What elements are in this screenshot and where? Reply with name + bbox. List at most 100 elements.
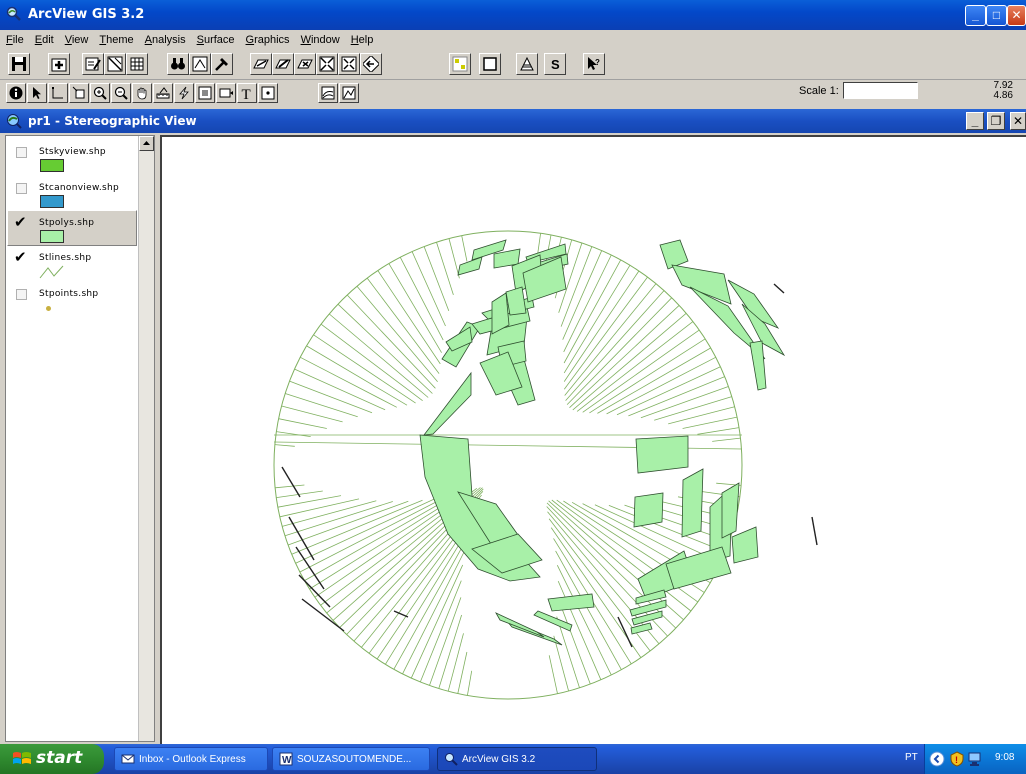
locate-address-button[interactable] xyxy=(189,53,211,75)
menu-file[interactable]: File xyxy=(0,30,29,46)
clock[interactable]: 9:08 xyxy=(995,752,1014,763)
find-button[interactable] xyxy=(167,53,189,75)
taskbar-button-3[interactable]: ArcView GIS 3.2 xyxy=(437,747,597,771)
outline-line xyxy=(773,283,785,294)
sky-line xyxy=(597,347,711,414)
add-theme-button[interactable] xyxy=(48,53,70,75)
windows-flag-icon xyxy=(13,752,31,764)
clear-selection-button[interactable] xyxy=(479,53,501,75)
profile-tool[interactable] xyxy=(339,83,359,103)
zoom-to-full-extent-button[interactable] xyxy=(250,53,272,75)
label-icon xyxy=(219,88,233,98)
pointer-arrow-icon xyxy=(33,87,41,99)
text-tool[interactable]: T xyxy=(237,83,257,103)
map-canvas[interactable] xyxy=(160,135,1026,744)
help-button[interactable]: ? xyxy=(583,53,605,75)
security-alert-icon[interactable]: ! xyxy=(949,751,965,767)
sky-line xyxy=(563,270,640,382)
area-of-interest-tool[interactable] xyxy=(195,83,215,103)
pan-tool[interactable] xyxy=(132,83,152,103)
floppy-disk-icon xyxy=(12,57,26,71)
query-builder-button[interactable] xyxy=(211,53,233,75)
app-title-bar[interactable]: ArcView GIS 3.2 _ □ ✕ xyxy=(0,0,1026,30)
layer-stskyview[interactable]: Stskyview.shp xyxy=(8,140,138,176)
view-close-button[interactable]: ✕ xyxy=(1010,112,1026,130)
menu-label-rest: nalysis xyxy=(151,34,186,46)
view-title-bar[interactable]: pr1 - Stereographic View _ ❐ ✕ xyxy=(0,109,1026,133)
toc-scrollbar[interactable] xyxy=(138,136,154,741)
label-tool[interactable] xyxy=(216,83,236,103)
theme-properties-button[interactable] xyxy=(82,53,104,75)
layer-stpoints[interactable]: Stpoints.shp xyxy=(8,282,138,318)
scale-input[interactable] xyxy=(843,82,918,99)
layer-visible-checkbox[interactable] xyxy=(16,183,27,194)
view-restore-button[interactable]: ❐ xyxy=(987,112,1005,130)
sky-line xyxy=(284,501,393,537)
zoom-previous-button[interactable] xyxy=(360,53,382,75)
zoom-to-selected-button[interactable] xyxy=(294,53,316,75)
network-icon[interactable] xyxy=(967,751,983,767)
menu-accelerator: F xyxy=(6,34,13,46)
tray-arrow-icon[interactable] xyxy=(929,751,945,767)
zoom-in-fixed-button[interactable] xyxy=(316,53,338,75)
select-features-icon xyxy=(452,56,468,72)
maximize-button[interactable]: □ xyxy=(986,5,1007,26)
zoom-in-tool[interactable] xyxy=(90,83,110,103)
vertex-edit-tool[interactable] xyxy=(48,83,68,103)
canopy-polygon xyxy=(505,286,527,316)
identify-tool[interactable] xyxy=(6,83,26,103)
zoom-out-tool[interactable] xyxy=(111,83,131,103)
taskbar-button-2[interactable]: W SOUZASOUTOMENDE... xyxy=(272,747,430,771)
sky-line xyxy=(563,259,622,364)
save-project-button[interactable] xyxy=(8,53,30,75)
measure-tool[interactable] xyxy=(153,83,173,103)
sky-line xyxy=(300,356,397,408)
select-features-button[interactable] xyxy=(449,53,471,75)
layer-visible-checkbox[interactable]: ✔ xyxy=(14,248,27,266)
hand-icon xyxy=(137,87,147,100)
open-table-button[interactable] xyxy=(126,53,148,75)
layer-stpolys[interactable]: ✔ Stpolys.shp xyxy=(7,210,137,246)
line-symbol-icon xyxy=(39,265,64,279)
edit-legend-button[interactable] xyxy=(104,53,126,75)
menu-view[interactable]: View xyxy=(59,30,94,46)
table-of-contents: Stskyview.shp Stcanonview.shp ✔ Stpolys.shp… xyxy=(5,135,155,742)
fill-symbol-swatch xyxy=(40,230,64,243)
menu-edit[interactable]: Edit xyxy=(29,30,59,46)
close-button[interactable]: ✕ xyxy=(1007,5,1026,26)
language-indicator[interactable]: PT xyxy=(905,752,918,763)
spatial-button[interactable]: S xyxy=(544,53,566,75)
layer-visible-checkbox[interactable] xyxy=(16,289,27,300)
draw-point-tool[interactable] xyxy=(258,83,278,103)
hotlink-tool[interactable] xyxy=(174,83,194,103)
layer-stcanonview[interactable]: Stcanonview.shp xyxy=(8,176,138,212)
contours-icon xyxy=(321,86,335,100)
menu-surface[interactable]: Surface xyxy=(191,30,240,46)
taskbar-button-label: Inbox - Outlook Express xyxy=(139,754,246,765)
outline-line xyxy=(281,466,301,498)
view-minimize-button[interactable]: _ xyxy=(966,112,984,130)
start-button[interactable]: start xyxy=(0,744,104,774)
menu-help[interactable]: Help xyxy=(345,30,379,46)
point-icon xyxy=(261,86,275,100)
menu-analysis[interactable]: Analysis xyxy=(139,30,191,46)
layer-visible-checkbox[interactable] xyxy=(16,147,27,158)
menu-graphics[interactable]: Graphics xyxy=(240,30,295,46)
layer-visible-checkbox[interactable]: ✔ xyxy=(14,213,27,231)
scroll-up-button[interactable] xyxy=(139,136,154,151)
point-symbol-icon xyxy=(46,306,51,311)
zoom-to-active-themes-button[interactable] xyxy=(272,53,294,75)
surface-analysis-button[interactable] xyxy=(516,53,538,75)
taskbar-button-label: ArcView GIS 3.2 xyxy=(462,754,536,765)
zoom-out-fixed-button[interactable] xyxy=(338,53,360,75)
help-cursor-icon: ? xyxy=(588,57,600,70)
taskbar-button-1[interactable]: Inbox - Outlook Express xyxy=(114,747,268,771)
create-contours-tool[interactable] xyxy=(318,83,338,103)
menu-theme[interactable]: Theme xyxy=(93,30,138,46)
minimize-button[interactable]: _ xyxy=(965,5,986,26)
pointer-tool[interactable] xyxy=(27,83,47,103)
menu-window[interactable]: Window xyxy=(295,30,345,46)
layer-stlines[interactable]: ✔ Stlines.shp xyxy=(8,246,138,282)
locate-address-icon xyxy=(192,56,208,72)
select-feature-tool[interactable] xyxy=(69,83,89,103)
